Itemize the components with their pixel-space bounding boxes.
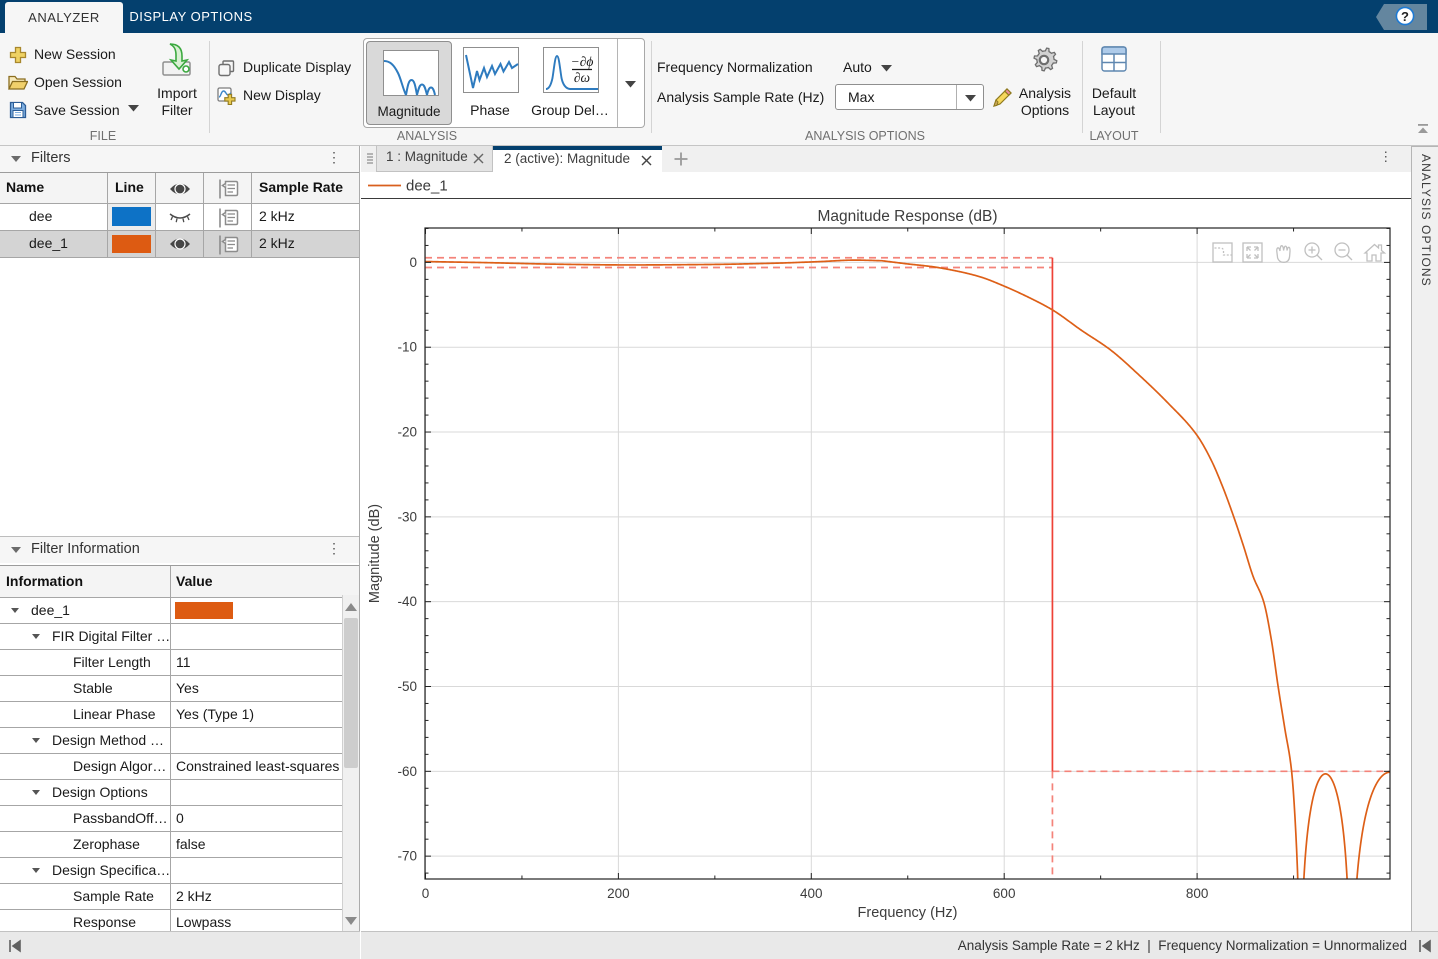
svg-text:Magnitude (dB): Magnitude (dB) bbox=[367, 504, 383, 603]
svg-text:-10: -10 bbox=[397, 340, 417, 355]
svg-text:∂ω: ∂ω bbox=[574, 70, 590, 85]
svg-text:-30: -30 bbox=[397, 509, 417, 524]
svg-text:dee_1: dee_1 bbox=[406, 178, 448, 195]
svg-text:600: 600 bbox=[993, 886, 1016, 901]
svg-text:Magnitude Response (dB): Magnitude Response (dB) bbox=[817, 208, 997, 225]
svg-text:200: 200 bbox=[607, 886, 630, 901]
svg-text:Frequency (Hz): Frequency (Hz) bbox=[858, 905, 958, 921]
svg-text:-20: -20 bbox=[397, 425, 417, 440]
svg-text:-60: -60 bbox=[397, 764, 417, 779]
svg-text:−∂ϕ: −∂ϕ bbox=[571, 54, 594, 69]
svg-text:-40: -40 bbox=[397, 594, 417, 609]
svg-text:0: 0 bbox=[409, 255, 417, 270]
svg-text:?: ? bbox=[1401, 9, 1409, 24]
svg-text:-50: -50 bbox=[397, 679, 417, 694]
svg-text:400: 400 bbox=[800, 886, 823, 901]
svg-text:-70: -70 bbox=[397, 849, 417, 864]
svg-text:800: 800 bbox=[1186, 886, 1209, 901]
svg-text:0: 0 bbox=[422, 886, 430, 901]
